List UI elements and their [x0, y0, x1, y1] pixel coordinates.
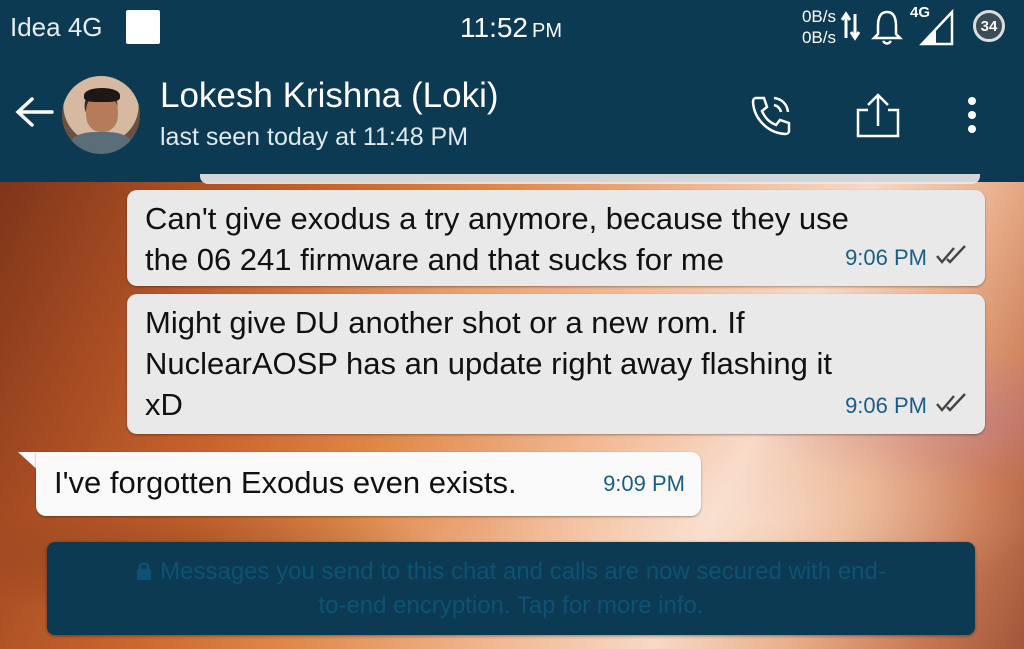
message-text: Might give DU another shot or a new rom.…	[145, 305, 832, 422]
message-meta: 9:06 PM	[845, 237, 969, 278]
message-text: Can't give exodus a try anymore, because…	[145, 201, 849, 277]
message-meta: 9:06 PM	[845, 385, 969, 426]
carrier-label: Idea 4G	[10, 12, 103, 42]
status-clock: 11:52 PM	[460, 12, 562, 43]
data-activity-icon	[840, 8, 862, 49]
bell-icon	[870, 8, 904, 51]
more-vert-icon[interactable]	[962, 96, 982, 141]
call-icon[interactable]	[748, 92, 794, 143]
previous-message-edge	[200, 174, 980, 184]
message-time: 9:06 PM	[845, 245, 927, 270]
double-check-icon	[935, 385, 969, 426]
message-time: 9:06 PM	[845, 393, 927, 418]
message-bubble-outgoing[interactable]: Might give DU another shot or a new rom.…	[127, 294, 985, 434]
message-bubble-incoming[interactable]: I've forgotten Exodus even exists. 9:09 …	[36, 452, 701, 516]
avatar[interactable]	[62, 76, 140, 154]
back-arrow-icon[interactable]	[14, 96, 54, 133]
network-speed: 0B/s 0B/s	[801, 7, 836, 47]
message-time: 9:09 PM	[603, 471, 685, 496]
status-bar: Idea 4G 11:52 PM 0B/s 0B/s 4G 34	[0, 0, 1024, 54]
message-bubble-outgoing[interactable]: Can't give exodus a try anymore, because…	[127, 190, 985, 286]
last-seen-status[interactable]: last seen today at 11:48 PM	[160, 123, 468, 152]
message-meta: 9:09 PM	[603, 463, 685, 504]
contact-name[interactable]: Lokesh Krishna (Loki)	[160, 76, 499, 116]
double-check-icon	[935, 237, 969, 278]
message-text: I've forgotten Exodus even exists.	[54, 465, 517, 500]
encryption-notice[interactable]: Messages you send to this chat and calls…	[47, 542, 975, 635]
signal-icon	[918, 8, 956, 51]
encryption-text-line1: Messages you send to this chat and calls…	[160, 558, 886, 585]
battery-icon: 34	[973, 10, 1005, 42]
chat-header: Lokesh Krishna (Loki) last seen today at…	[0, 54, 1024, 182]
lock-icon	[136, 558, 152, 590]
notification-icon	[126, 10, 160, 44]
encryption-text-line2: to-end encryption. Tap for more info.	[318, 592, 704, 619]
share-icon[interactable]	[854, 92, 902, 143]
